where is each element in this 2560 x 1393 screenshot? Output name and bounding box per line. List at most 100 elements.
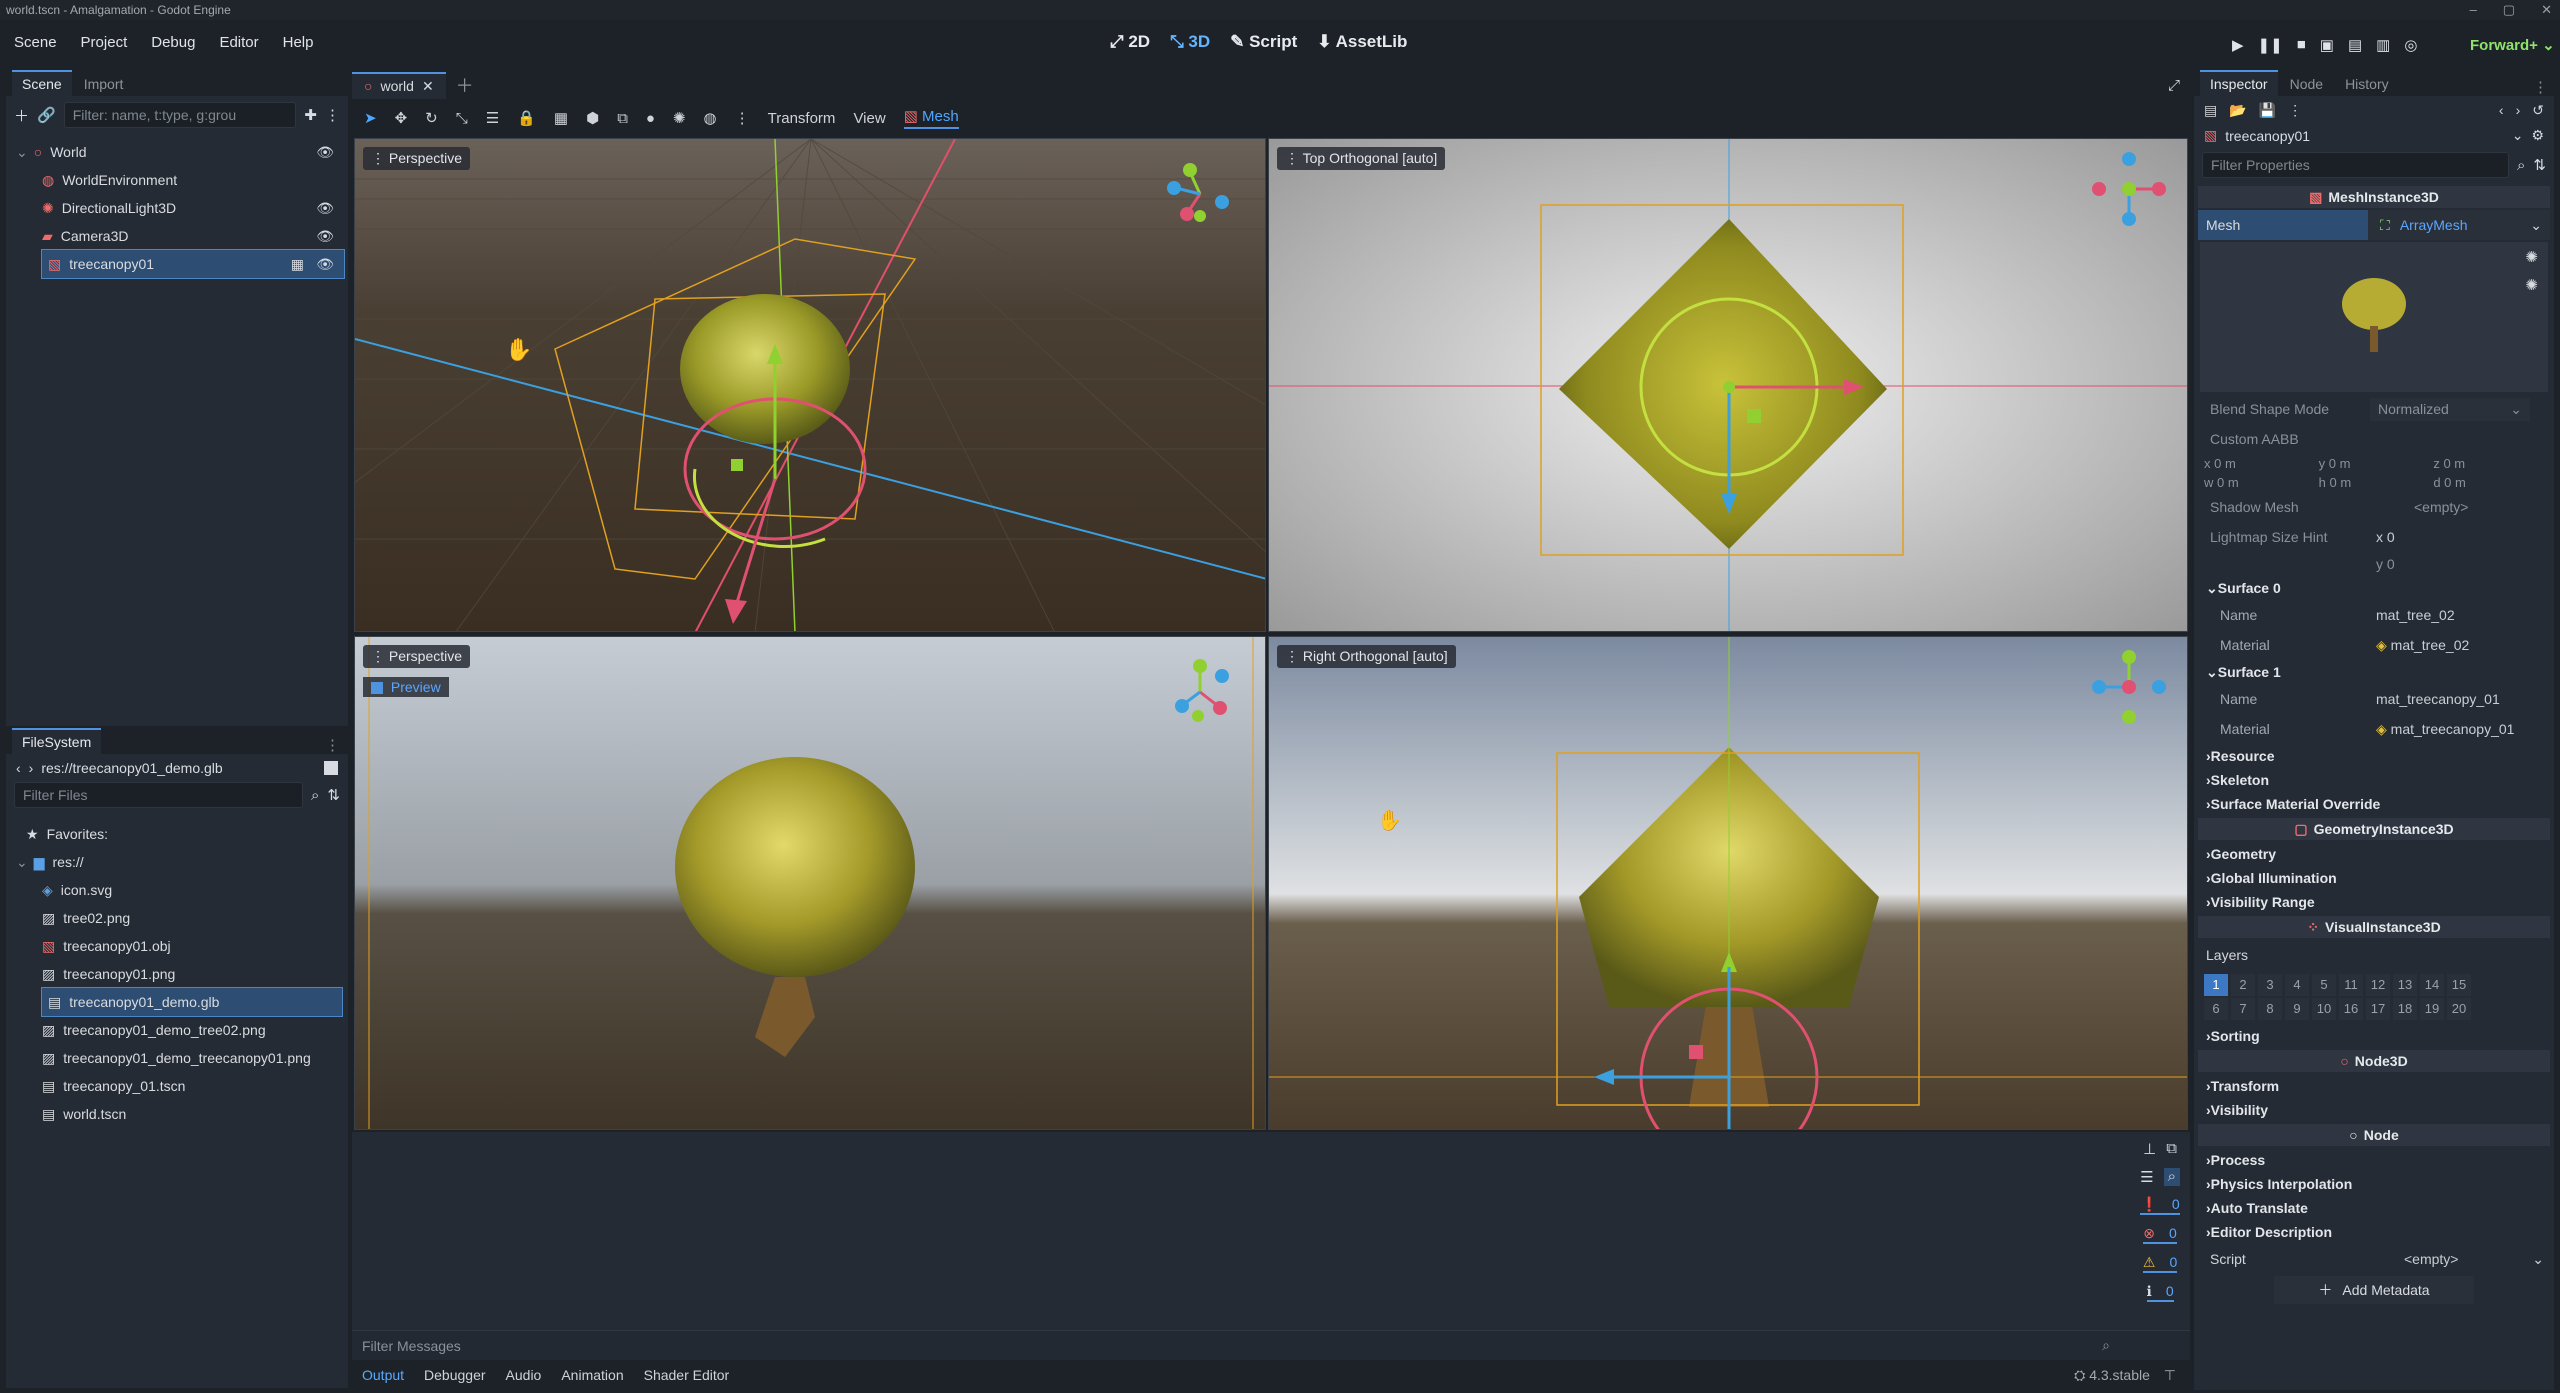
tab-shader-editor[interactable]: Shader Editor (644, 1367, 730, 1383)
log-count-log[interactable]: ❗ 0 (2140, 1196, 2180, 1215)
surface1-material-picker[interactable]: ◈ mat_treecanopy_01 (2376, 721, 2514, 738)
sun-preview-icon[interactable]: ✺ (673, 109, 686, 127)
visibility-eye-icon[interactable]: 👁 (316, 228, 334, 245)
transform-menu[interactable]: Transform (768, 110, 836, 127)
move-tool-icon[interactable]: ✥ (395, 109, 408, 127)
surface0-group[interactable]: ⌄ Surface 0 (2194, 576, 2554, 600)
tree-node-directionallight3d[interactable]: ✺ DirectionalLight3D 👁 (6, 194, 348, 222)
file-row[interactable]: ◈ icon.svg (6, 876, 348, 904)
layer-bit[interactable]: 4 (2285, 974, 2309, 996)
aabb-y[interactable]: y 0 m (2319, 456, 2430, 471)
file-row[interactable]: ▨ treecanopy01_demo_tree02.png (6, 1016, 348, 1044)
search-toggle-icon[interactable]: ⌕ (2163, 1168, 2180, 1186)
file-row[interactable]: ▨ treecanopy01_demo_treecanopy01.png (6, 1044, 348, 1072)
play-scene-icon[interactable]: ▤ (2348, 36, 2362, 54)
layer-bit[interactable]: 10 (2312, 998, 2336, 1020)
gi-group[interactable]: › Global Illumination (2194, 866, 2554, 890)
dock-menu-icon[interactable]: ⋮ (325, 736, 340, 754)
viewport-right-orthogonal[interactable]: ✋ ⋮ Right Orthogonal [auto] (1268, 636, 2188, 1130)
new-resource-icon[interactable]: ▤ (2204, 102, 2217, 119)
layer-bit[interactable]: 12 (2366, 974, 2390, 996)
tab-debugger[interactable]: Debugger (424, 1367, 486, 1383)
renderer-selector[interactable]: Forward+ ⌄ (2470, 36, 2555, 54)
close-icon[interactable]: ✕ (2541, 2, 2552, 18)
file-row-selected[interactable]: ▤ treecanopy01_demo.glb (41, 987, 343, 1017)
file-row[interactable]: ▨ tree02.png (6, 904, 348, 932)
resource-group[interactable]: › Resource (2194, 744, 2554, 768)
viewport-canvas[interactable] (355, 637, 1266, 1130)
viewport-canvas[interactable] (1269, 139, 2188, 632)
aabb-x[interactable]: x 0 m (2204, 456, 2315, 471)
viewport-perspective-preview[interactable]: ⋮ Perspective Preview (354, 636, 1266, 1130)
menu-help[interactable]: Help (283, 34, 314, 51)
tab-filesystem[interactable]: FileSystem (12, 728, 102, 754)
layer-bit[interactable]: 11 (2339, 974, 2363, 996)
viewport-canvas[interactable]: ✋ (355, 139, 1266, 632)
more-icon[interactable]: ⋮ (2288, 102, 2302, 119)
tree-node-worldenvironment[interactable]: ◍ WorldEnvironment (6, 166, 348, 194)
select-tool-icon[interactable]: ➤ (364, 109, 377, 127)
chevron-down-icon[interactable]: ⌄ (2512, 127, 2524, 144)
surface0-material-picker[interactable]: ◈ mat_tree_02 (2376, 637, 2469, 654)
viewport-label[interactable]: ⋮ Right Orthogonal [auto] (1277, 645, 1456, 668)
sorting-group[interactable]: › Sorting (2194, 1024, 2554, 1048)
filter-messages-bar[interactable]: Filter Messages ⌕ (352, 1330, 2190, 1360)
scene-menu-icon[interactable]: ⋮ (325, 106, 340, 124)
tab-node[interactable]: Node (2280, 72, 2333, 96)
viewport-label[interactable]: ⋮ Perspective (363, 147, 471, 170)
preview-toggle[interactable]: Preview (363, 677, 449, 697)
editor-desc-group[interactable]: › Editor Description (2194, 1220, 2554, 1244)
add-node-icon[interactable]: ＋ (14, 105, 29, 126)
aabb-h[interactable]: h 0 m (2319, 475, 2430, 490)
snap-icon[interactable]: ⧉ (617, 110, 628, 127)
light-toggle-icon[interactable]: ✺ (2525, 276, 2538, 294)
visibility-range-group[interactable]: › Visibility Range (2194, 890, 2554, 914)
layer-bit[interactable]: 14 (2420, 974, 2444, 996)
close-tab-icon[interactable]: ✕ (422, 78, 434, 95)
layer-bit[interactable]: 17 (2366, 998, 2390, 1020)
viewport-label[interactable]: ⋮ Perspective (363, 645, 471, 668)
tab-audio[interactable]: Audio (506, 1367, 542, 1383)
remote-debug-icon[interactable]: ▣ (2320, 36, 2334, 54)
collapse-duplicates-icon[interactable]: ☰ (2140, 1168, 2153, 1186)
surface-override-group[interactable]: › Surface Material Override (2194, 792, 2554, 816)
scene-filter-input[interactable]: Filter: name, t:type, g:grou (63, 102, 297, 128)
open-scene-icon[interactable]: ▦ (291, 256, 304, 273)
lightmap-x[interactable]: x 0 (2376, 529, 2395, 545)
list-select-icon[interactable]: ☰ (486, 109, 499, 127)
layer-bit[interactable]: 9 (2285, 998, 2309, 1020)
rotate-tool-icon[interactable]: ↻ (425, 109, 438, 127)
layer-bit[interactable]: 1 (2204, 974, 2228, 996)
attach-script-icon[interactable]: ✚ (304, 106, 317, 124)
file-filter-input[interactable]: Filter Files (14, 782, 304, 808)
file-row[interactable]: ▤ world.tscn (6, 1100, 348, 1128)
copy-output-icon[interactable]: ⧉ (2166, 1140, 2177, 1158)
workspace-script[interactable]: ✎ Script (1230, 32, 1297, 52)
layer-bit[interactable]: 13 (2393, 974, 2417, 996)
back-arrow-icon[interactable]: ‹ (2499, 102, 2504, 119)
tab-output[interactable]: Output (362, 1367, 404, 1383)
menu-project[interactable]: Project (81, 34, 128, 51)
geometry-group[interactable]: › Geometry (2194, 842, 2554, 866)
shadow-mesh-value[interactable]: <empty> (2414, 499, 2468, 515)
class-header-geometryinstance3d[interactable]: ▢ GeometryInstance3D (2198, 818, 2550, 840)
stop-icon[interactable]: ■ (2297, 36, 2306, 54)
log-count-errors[interactable]: ⊗ 0 (2143, 1225, 2177, 1244)
layer-bit[interactable]: 6 (2204, 998, 2228, 1020)
tree-node-camera3d[interactable]: ▰ Camera3D 👁 (6, 222, 348, 250)
visibility-eye-icon[interactable]: 👁 (316, 256, 334, 273)
inspector-object-row[interactable]: ▧ treecanopy01 ⌄ ⚙ (2194, 125, 2554, 146)
class-header-visualinstance3d[interactable]: ⁘ VisualInstance3D (2198, 916, 2550, 938)
save-resource-icon[interactable]: 💾 (2259, 102, 2276, 119)
distraction-free-icon[interactable]: ⤢ (2168, 77, 2180, 94)
scene-tab-world[interactable]: ○ world ✕ (352, 71, 446, 99)
property-filter-input[interactable]: Filter Properties (2202, 152, 2510, 178)
history-icon[interactable]: ↺ (2532, 102, 2544, 119)
class-header-node3d[interactable]: ○ Node3D (2198, 1050, 2550, 1072)
sort-icon[interactable]: ⇅ (2533, 156, 2546, 174)
skeleton-group[interactable]: › Skeleton (2194, 768, 2554, 792)
dock-menu-icon[interactable]: ⋮ (2533, 78, 2548, 96)
blend-shape-dropdown[interactable]: Normalized ⌄ (2370, 397, 2530, 421)
lightmap-y[interactable]: y 0 (2376, 556, 2395, 572)
layer-bit[interactable]: 15 (2447, 974, 2471, 996)
